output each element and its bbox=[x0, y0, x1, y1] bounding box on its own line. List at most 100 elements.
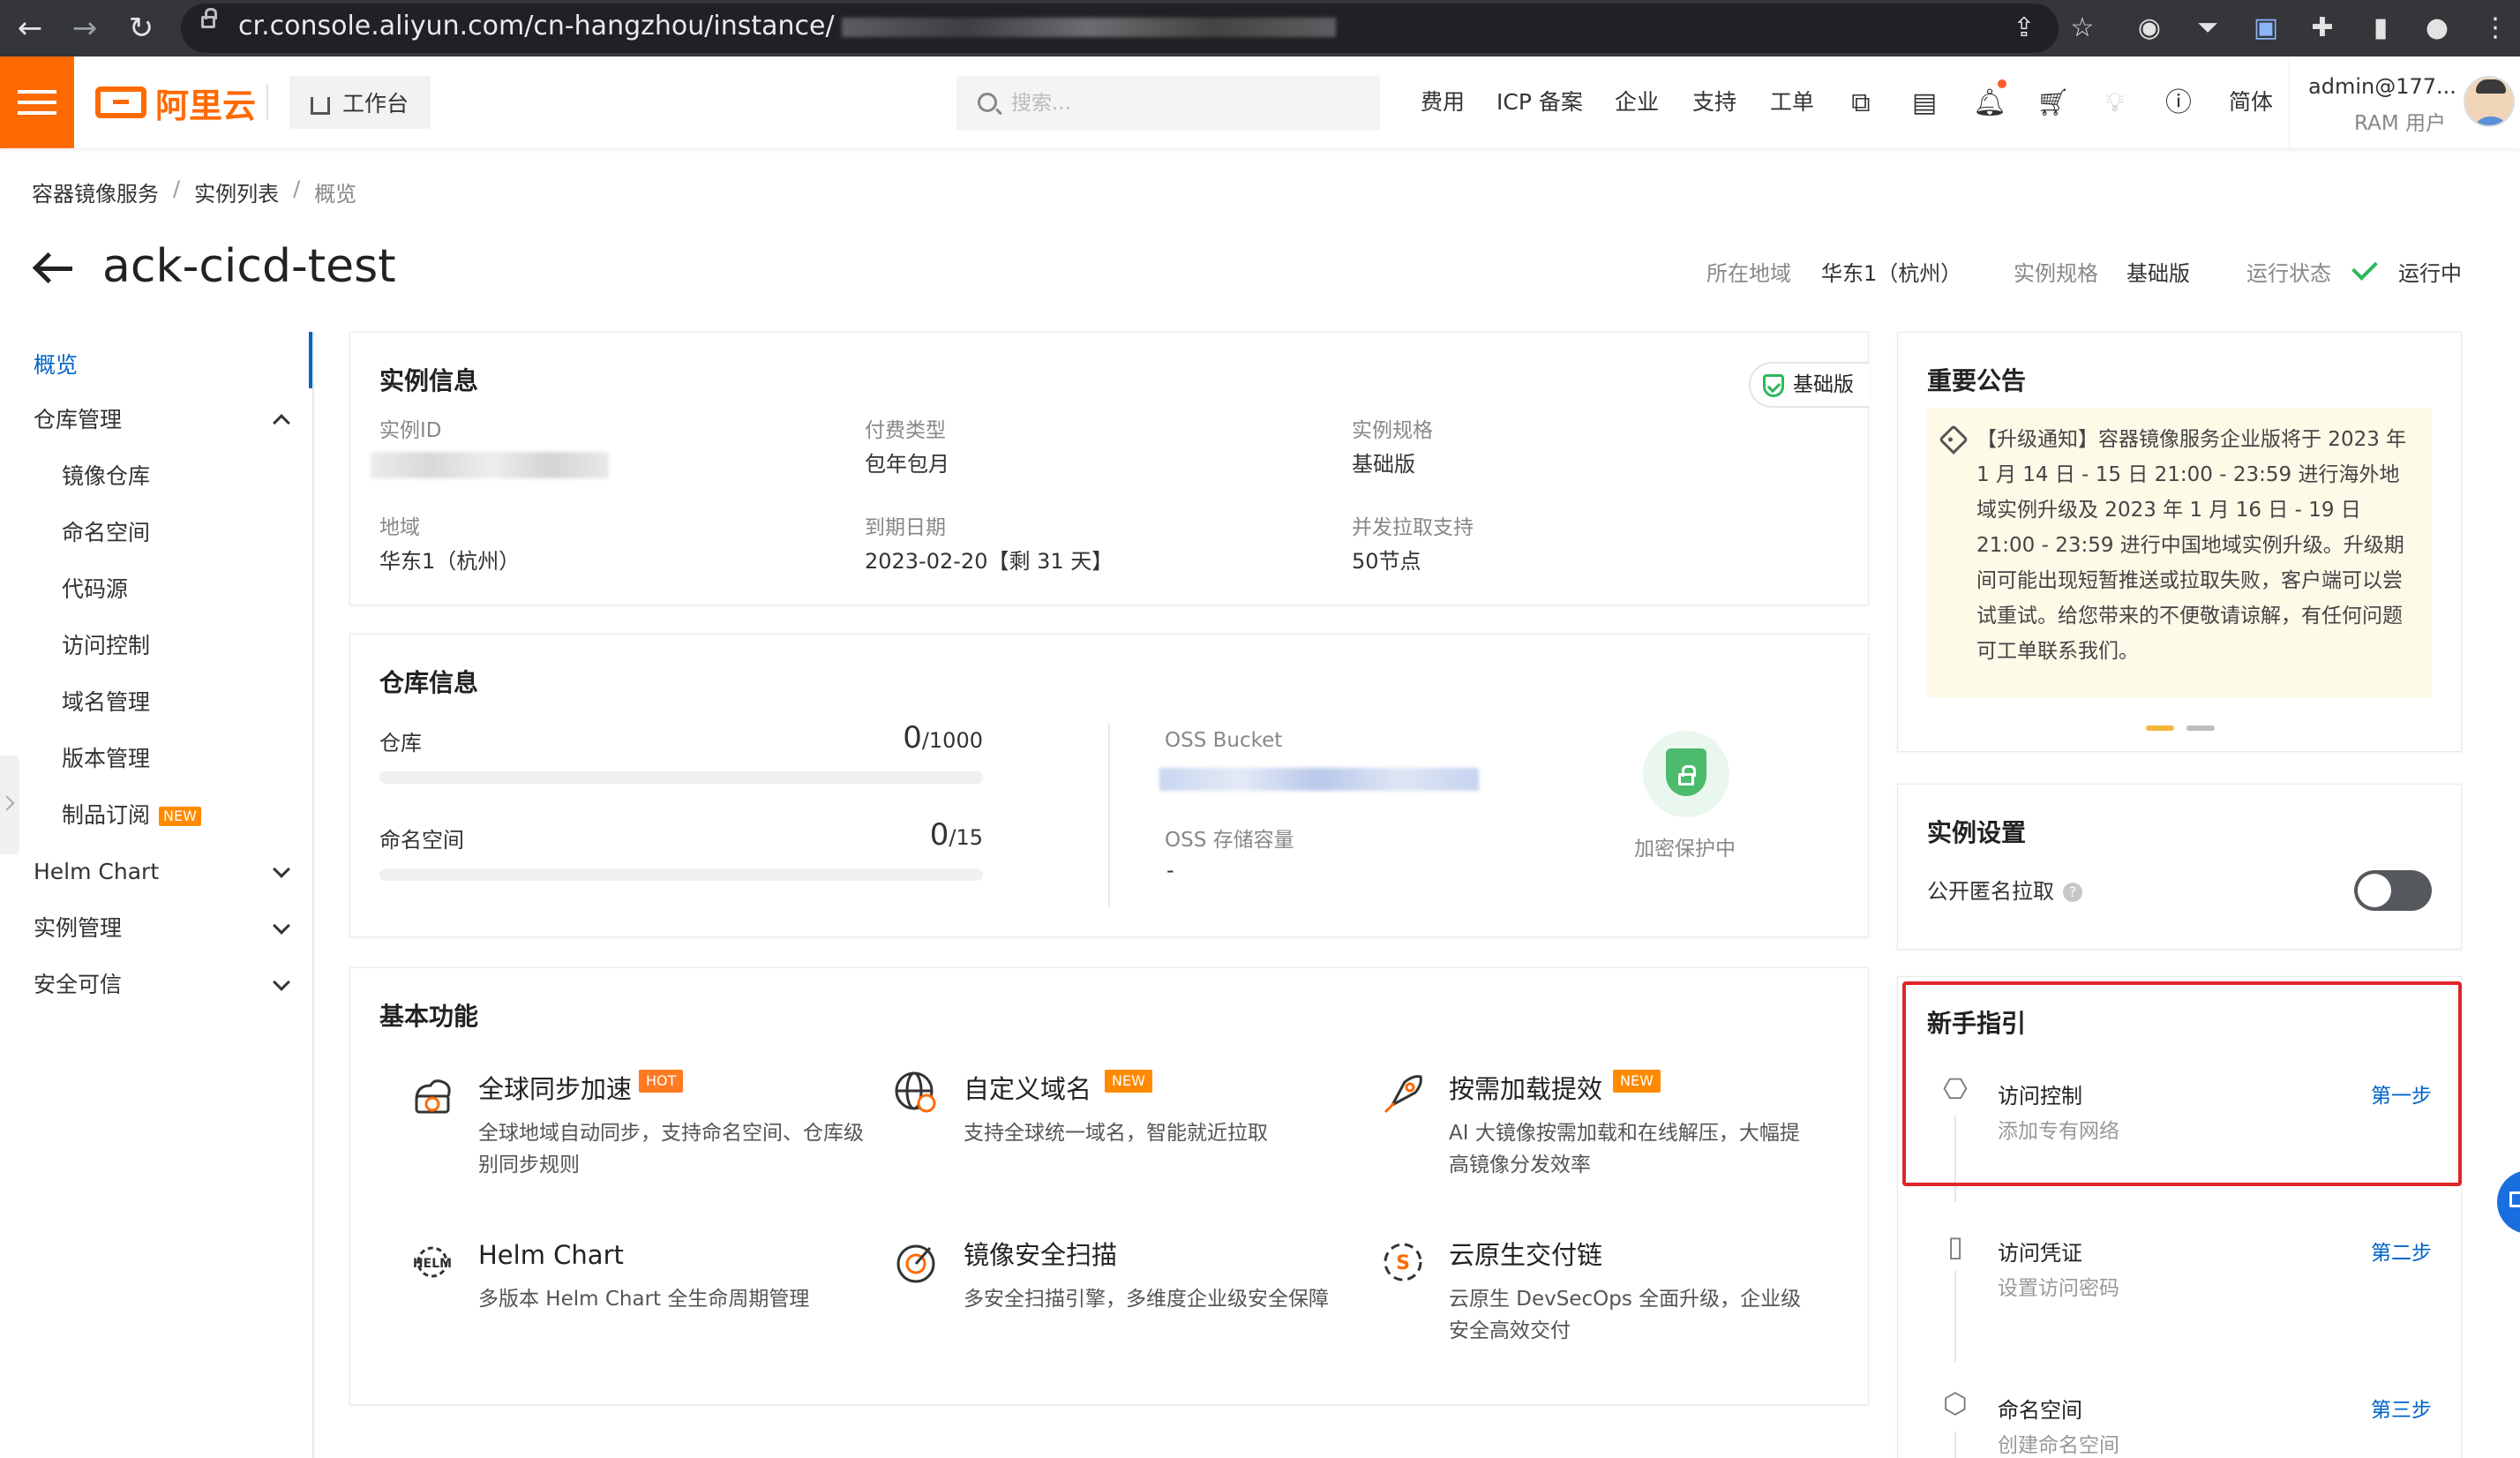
workbench-button[interactable]: 工作台 bbox=[289, 76, 431, 129]
public-pull-label: 公开匿名拉取? bbox=[1927, 874, 2082, 905]
sidebar-group-instance-mgmt[interactable]: 实例管理 bbox=[34, 913, 122, 944]
repo-progress-bar bbox=[379, 771, 983, 784]
sidebar-item-access-control[interactable]: 访问控制 bbox=[62, 630, 150, 662]
feature-title[interactable]: 云原生交付链 bbox=[1449, 1237, 1602, 1273]
1password-icon[interactable]: ◉ bbox=[2130, 9, 2169, 48]
home-icon bbox=[311, 97, 330, 115]
hot-badge: HOT bbox=[639, 1070, 684, 1093]
nav-link-ticket[interactable]: 工单 bbox=[1770, 86, 1814, 118]
sidebar-item-image-repo[interactable]: 镜像仓库 bbox=[62, 461, 150, 492]
guide-step-title: 命名空间 bbox=[1998, 1398, 2082, 1423]
public-pull-toggle[interactable] bbox=[2354, 870, 2432, 911]
language-switch[interactable]: 简体 bbox=[2229, 86, 2273, 118]
new-badge: NEW bbox=[1613, 1070, 1661, 1093]
oss-bucket-value-redacted bbox=[1159, 768, 1479, 791]
edition-badge: 基础版 bbox=[1749, 362, 1869, 408]
carousel-indicator-active[interactable] bbox=[2146, 725, 2174, 731]
field-label: 地域 bbox=[379, 516, 420, 539]
repo-count-label: 仓库 bbox=[379, 731, 422, 755]
filter-extension-icon[interactable]: ⏷ bbox=[2188, 9, 2227, 48]
custom-domain-icon bbox=[895, 1071, 936, 1113]
breadcrumb-item[interactable]: 容器镜像服务 bbox=[32, 177, 159, 207]
breadcrumb-separator: / bbox=[173, 177, 181, 201]
back-arrow-icon[interactable]: ← bbox=[7, 5, 53, 51]
region-value: 华东1（杭州） bbox=[1821, 261, 1962, 286]
encryption-shield-icon bbox=[1643, 731, 1729, 817]
guide-step-link-3[interactable]: 第三步 bbox=[2371, 1393, 2432, 1423]
sidebar-collapse-handle[interactable] bbox=[0, 755, 19, 854]
helm-icon: HELM bbox=[413, 1246, 452, 1278]
sidebar-group-security[interactable]: 安全可信 bbox=[34, 969, 122, 1001]
hamburger-menu-button[interactable] bbox=[0, 56, 74, 148]
sidebar-item-domain-mgmt[interactable]: 域名管理 bbox=[62, 687, 150, 718]
workbench-label: 工作台 bbox=[342, 91, 409, 116]
sidebar-item-namespace[interactable]: 命名空间 bbox=[62, 517, 150, 549]
divider bbox=[2289, 56, 2290, 148]
app-icon[interactable]: ⧉ bbox=[1846, 88, 1876, 118]
puzzle-extensions-icon[interactable]: ✚ bbox=[2303, 9, 2342, 48]
nav-link-support[interactable]: 支持 bbox=[1692, 86, 1736, 118]
new-badge: NEW bbox=[159, 807, 201, 826]
oss-bucket-label: OSS Bucket bbox=[1165, 729, 1283, 752]
feature-title[interactable]: 自定义域名 bbox=[964, 1071, 1091, 1107]
sidebar-group-helm-chart[interactable]: Helm Chart bbox=[34, 856, 159, 888]
highlight-box bbox=[1902, 981, 2462, 1186]
help-icon[interactable]: ⓘ bbox=[2164, 88, 2194, 118]
left-sidebar bbox=[0, 332, 314, 1458]
global-sync-icon bbox=[415, 1079, 451, 1114]
cart-icon[interactable]: 🛒︎ bbox=[2036, 88, 2070, 118]
aliyun-logo[interactable]: 阿里云 bbox=[95, 81, 256, 125]
announcement-text: 【升级通知】容器镜像服务企业版将于 2023 年 1 月 14 日 - 15 日… bbox=[1976, 428, 2407, 663]
repo-total: /1000 bbox=[921, 728, 983, 753]
guide-step-link-2[interactable]: 第二步 bbox=[2371, 1236, 2432, 1266]
credential-icon: ▯ bbox=[1947, 1229, 1963, 1263]
page-title: ack-cicd-test bbox=[102, 240, 396, 293]
back-arrow-icon[interactable] bbox=[32, 247, 74, 289]
repo-info-title: 仓库信息 bbox=[379, 668, 479, 697]
reload-icon[interactable]: ↻ bbox=[118, 5, 164, 51]
feature-title[interactable]: 镜像安全扫描 bbox=[964, 1237, 1117, 1273]
guide-step-sub: 设置访问密码 bbox=[1998, 1277, 2119, 1300]
ns-used: 0 bbox=[929, 817, 949, 853]
feature-title[interactable]: Helm Chart bbox=[478, 1237, 624, 1273]
sidebar-icon[interactable]: ▮ bbox=[2361, 9, 2400, 48]
terminal-icon[interactable]: ▤ bbox=[1909, 88, 1939, 118]
feature-title[interactable]: 按需加载提效 bbox=[1449, 1071, 1602, 1107]
lock-icon[interactable] bbox=[201, 8, 217, 28]
user-name[interactable]: admin@177... bbox=[2308, 74, 2456, 99]
carousel-indicator[interactable] bbox=[2186, 725, 2215, 731]
breadcrumb: 容器镜像服务 / 实例列表 / 概览 bbox=[32, 177, 356, 207]
global-search[interactable] bbox=[956, 76, 1380, 131]
breadcrumb-item[interactable]: 实例列表 bbox=[194, 177, 279, 207]
page-scrollbar[interactable] bbox=[2501, 164, 2511, 1458]
sidebar-item-artifact-subscription[interactable]: 制品订阅 NEW bbox=[62, 800, 201, 831]
nav-link-icp[interactable]: ICP 备案 bbox=[1496, 86, 1583, 118]
share-icon[interactable]: ⇪ bbox=[2005, 9, 2044, 48]
help-icon[interactable]: ? bbox=[2063, 883, 2082, 902]
announcement-title: 重要公告 bbox=[1927, 366, 2027, 395]
sidebar-item-overview[interactable]: 概览 bbox=[34, 349, 78, 381]
bell-icon[interactable]: 🔔︎ bbox=[1973, 88, 2006, 118]
search-input[interactable] bbox=[1011, 86, 1364, 120]
nav-link-enterprise[interactable]: 企业 bbox=[1615, 86, 1659, 118]
nav-link-billing[interactable]: 费用 bbox=[1421, 86, 1465, 118]
url-text[interactable]: cr.console.aliyun.com/cn-hangzhou/instan… bbox=[238, 9, 1336, 44]
instance-settings-title: 实例设置 bbox=[1927, 818, 2027, 847]
sidebar-item-version-mgmt[interactable]: 版本管理 bbox=[62, 743, 150, 775]
sidebar-item-code-source[interactable]: 代码源 bbox=[62, 574, 128, 605]
feature-title[interactable]: 全球同步加速 bbox=[478, 1071, 632, 1107]
namespace-icon: ⬡ bbox=[1943, 1387, 1968, 1420]
kebab-menu-icon[interactable]: ⋮ bbox=[2476, 9, 2515, 48]
field-label: 付费类型 bbox=[865, 419, 946, 442]
status-label: 运行状态 bbox=[2246, 261, 2331, 286]
sidebar-group-repo-mgmt[interactable]: 仓库管理 bbox=[34, 404, 122, 436]
bulb-icon[interactable]: 💡︎ bbox=[2100, 88, 2130, 118]
namespace-progress-bar bbox=[379, 868, 983, 881]
avatar[interactable] bbox=[2464, 76, 2515, 127]
bookmark-star-icon[interactable]: ☆ bbox=[2063, 9, 2102, 48]
profile-icon[interactable]: ● bbox=[2418, 9, 2456, 48]
extension-icon[interactable]: ▣ bbox=[2246, 9, 2285, 48]
feature-desc: 支持全球统一域名，智能就近拉取 bbox=[964, 1122, 1268, 1145]
public-pull-text: 公开匿名拉取 bbox=[1927, 879, 2054, 904]
forward-arrow-icon[interactable]: → bbox=[62, 5, 108, 51]
